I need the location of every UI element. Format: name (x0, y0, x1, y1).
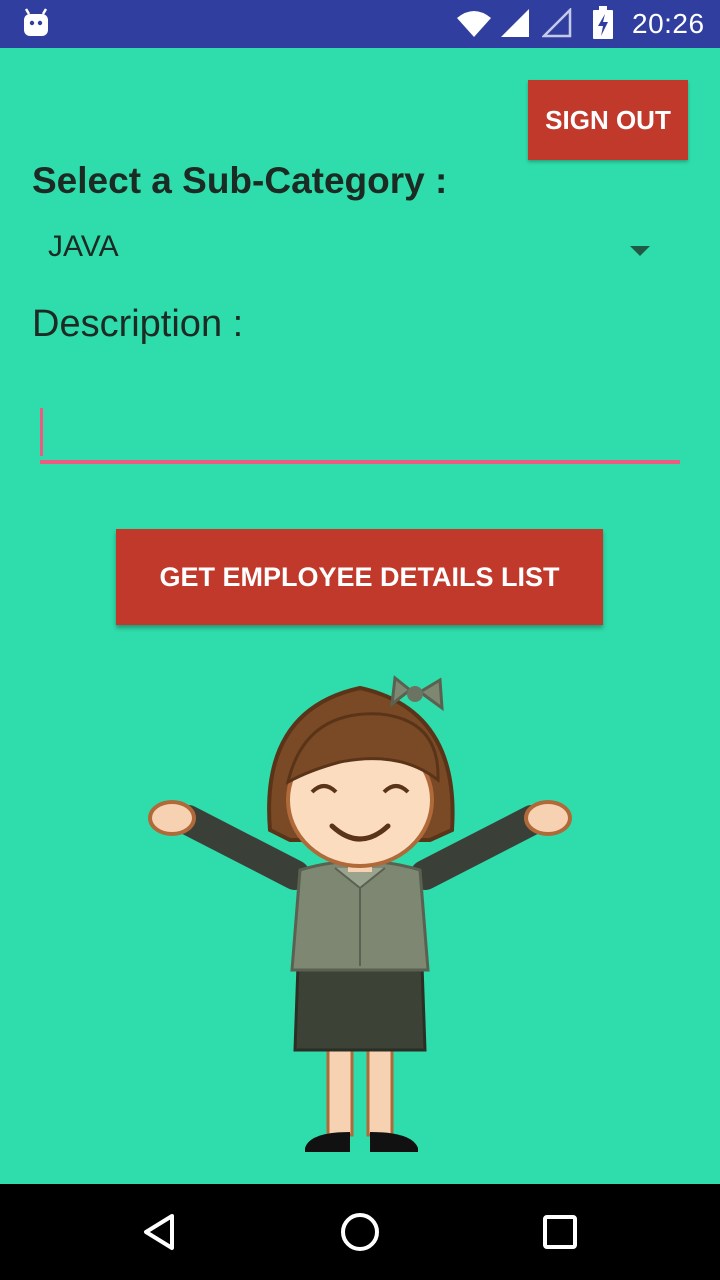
status-clock: 20:26 (632, 8, 705, 39)
signal-empty-icon (542, 8, 572, 38)
selected-sub-category: JAVA (48, 230, 119, 263)
recents-button[interactable] (532, 1204, 588, 1260)
sub-category-spinner[interactable]: JAVA (32, 222, 672, 280)
text-cursor (40, 408, 43, 456)
sign-out-button[interactable]: SIGN OUT (528, 80, 688, 160)
android-icon (24, 8, 48, 36)
back-icon (144, 1214, 174, 1250)
battery-icon (593, 6, 613, 39)
dropdown-arrow-icon (630, 246, 650, 256)
navigation-bar (0, 1184, 720, 1280)
wifi-icon (457, 11, 491, 37)
recents-icon (543, 1215, 577, 1249)
home-icon (341, 1213, 379, 1251)
get-employee-details-button[interactable]: GET EMPLOYEE DETAILS LIST (116, 529, 603, 625)
home-button[interactable] (332, 1204, 388, 1260)
woman-illustration (148, 675, 572, 1152)
back-button[interactable] (132, 1204, 188, 1260)
signal-icon (501, 9, 529, 37)
status-bar: 20:26 (0, 0, 720, 48)
description-label: Description : (32, 303, 244, 345)
description-input[interactable] (40, 400, 680, 464)
sub-category-label: Select a Sub-Category : (32, 160, 448, 201)
